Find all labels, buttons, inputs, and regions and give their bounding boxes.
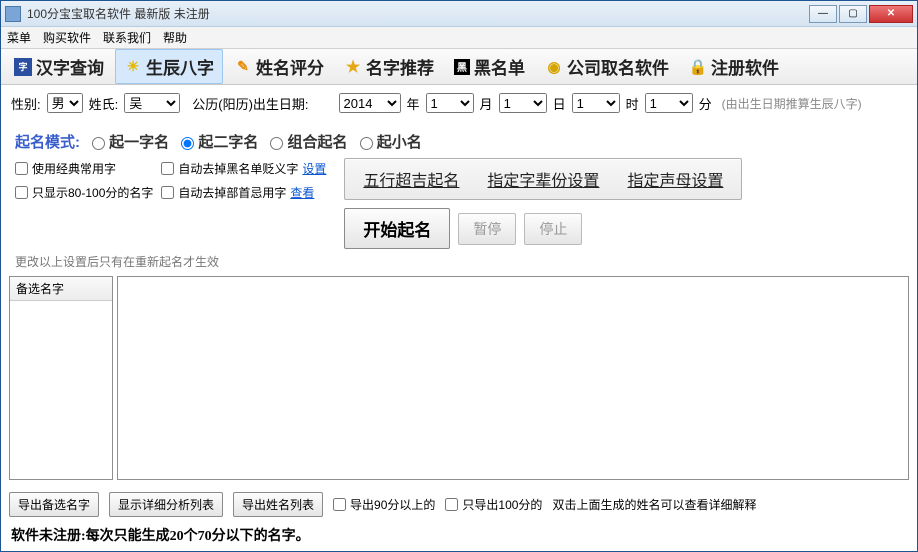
tab-hanzi-lookup[interactable]: 字汉字查询 [5,49,113,84]
mode-option-1[interactable]: 起一字名 [92,131,169,152]
surname-select[interactable]: 吴 [124,93,180,113]
advanced-settings-group: 五行超吉起名 指定字辈份设置 指定声母设置 [344,158,742,200]
generation-char-button[interactable]: 指定字辈份设置 [487,167,599,191]
mode-option-3[interactable]: 组合起名 [270,131,347,152]
mode-option-4[interactable]: 起小名 [360,131,422,152]
pause-button[interactable]: 暂停 [458,213,516,245]
start-button[interactable]: 开始起名 [344,208,450,249]
pencil-icon: ✎ [234,58,252,76]
opt-auto-remove-radical[interactable] [161,186,174,199]
sun-icon: ☀ [124,58,142,76]
blacklist-icon: 黑 [454,59,470,75]
export-100-checkbox[interactable]: 只导出100分的 [445,496,542,513]
birthdate-label: 公历(阳历)出生日期: [192,94,308,113]
hour-select[interactable]: 1 [572,93,620,113]
dict-icon: 字 [14,58,32,76]
star-icon: ★ [344,58,362,76]
close-button[interactable]: ✕ [869,5,913,23]
menubar: 菜单 购买软件 联系我们 帮助 [1,27,917,49]
minimize-button[interactable]: — [809,5,837,23]
month-select[interactable]: 1 [426,93,474,113]
menu-item[interactable]: 帮助 [163,29,187,46]
unregistered-note: 软件未注册:每次只能生成20个70分以下的名字。 [1,523,917,551]
gender-label: 性别: [11,94,41,113]
radical-view-link[interactable]: 查看 [290,184,314,201]
wuxing-naming-button[interactable]: 五行超吉起名 [363,167,459,191]
mode-label: 起名模式: [15,131,80,152]
lock-icon: 🔒 [689,58,707,76]
menu-item[interactable]: 菜单 [7,29,31,46]
candidates-listbox[interactable]: 备选名字 [9,276,113,480]
mode-option-2[interactable]: 起二字名 [181,131,258,152]
export-candidates-button[interactable]: 导出备选名字 [9,492,99,517]
birthdate-note: (由出生日期推算生辰八字) [722,95,862,112]
tab-blacklist[interactable]: 黑黑名单 [445,49,534,84]
surname-label: 姓氏: [89,94,119,113]
window-title: 100分宝宝取名软件 最新版 未注册 [27,5,809,22]
coin-icon: ◉ [545,58,563,76]
blacklist-settings-link[interactable]: 设置 [302,160,326,177]
opt-show-80-100[interactable] [15,186,28,199]
candidates-header: 备选名字 [10,277,112,301]
tab-company-naming[interactable]: ◉公司取名软件 [536,49,678,84]
minute-select[interactable]: 1 [645,93,693,113]
export-name-list-button[interactable]: 导出姓名列表 [233,492,323,517]
opt-auto-remove-blacklist[interactable] [161,162,174,175]
tab-register[interactable]: 🔒注册软件 [680,49,788,84]
options-hint: 更改以上设置后只有在重新起名才生效 [15,253,907,270]
doubleclick-hint: 双击上面生成的姓名可以查看详细解释 [552,496,756,513]
year-select[interactable]: 2014 [339,93,401,113]
tab-name-suggest[interactable]: ★名字推荐 [335,49,443,84]
initial-consonant-button[interactable]: 指定声母设置 [627,167,723,191]
gender-select[interactable]: 男 [47,93,83,113]
opt-classic-chars[interactable] [15,162,28,175]
tab-birth-bazi[interactable]: ☀生辰八字 [115,49,223,84]
menu-item[interactable]: 联系我们 [103,29,151,46]
app-icon [5,6,21,22]
stop-button[interactable]: 停止 [524,213,582,245]
tab-name-score[interactable]: ✎姓名评分 [225,49,333,84]
results-listbox[interactable] [117,276,909,480]
toolbar: 字汉字查询 ☀生辰八字 ✎姓名评分 ★名字推荐 黑黑名单 ◉公司取名软件 🔒注册… [1,49,917,85]
export-90-checkbox[interactable]: 导出90分以上的 [333,496,435,513]
day-select[interactable]: 1 [499,93,547,113]
maximize-button[interactable]: ▢ [839,5,867,23]
menu-item[interactable]: 购买软件 [43,29,91,46]
show-detail-list-button[interactable]: 显示详细分析列表 [109,492,223,517]
